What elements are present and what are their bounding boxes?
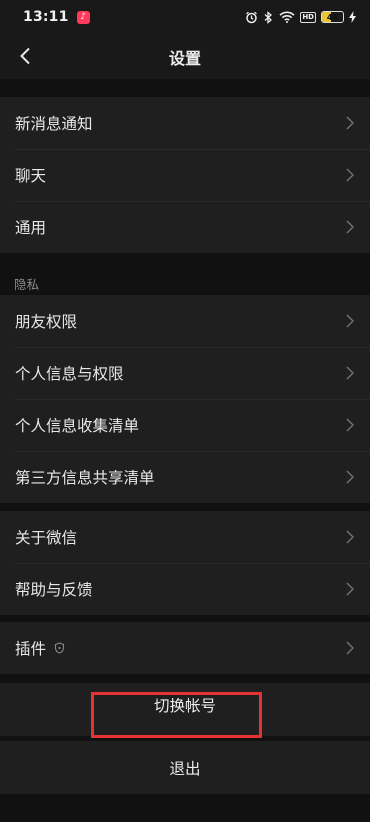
- chevron-left-icon: [20, 47, 30, 65]
- plugins-settings-group: 插件: [0, 622, 370, 674]
- bottom-strip: [0, 795, 370, 822]
- general-settings-group: 新消息通知 聊天 通用: [0, 97, 370, 253]
- settings-item-label: 帮助与反馈: [15, 581, 93, 599]
- settings-item-info-collection-list[interactable]: 个人信息收集清单: [0, 399, 370, 451]
- settings-item-chat[interactable]: 聊天: [0, 149, 370, 201]
- logout-button[interactable]: 退出: [0, 741, 370, 794]
- privacy-settings-group: 朋友权限 个人信息与权限 个人信息收集清单 第三方信息共享清单: [0, 295, 370, 503]
- settings-item-third-party-sharing-list[interactable]: 第三方信息共享清单: [0, 451, 370, 503]
- bluetooth-icon: [263, 10, 274, 24]
- status-icons: HD 44: [245, 10, 356, 24]
- settings-item-label: 第三方信息共享清单: [15, 469, 155, 487]
- back-button[interactable]: [8, 39, 42, 73]
- page-title: 设置: [168, 48, 201, 68]
- settings-item-about[interactable]: 关于微信: [0, 511, 370, 563]
- chevron-right-icon: [346, 641, 354, 655]
- settings-item-label: 插件: [15, 640, 47, 658]
- settings-item-label: 通用: [15, 219, 47, 237]
- hd-icon: HD: [300, 11, 316, 23]
- chevron-right-icon: [346, 314, 354, 328]
- alarm-icon: [245, 11, 258, 24]
- chevron-right-icon: [346, 470, 354, 484]
- settings-item-label: 关于微信: [15, 529, 78, 547]
- settings-item-label: 个人信息与权限: [15, 365, 124, 383]
- shield-icon: [54, 642, 65, 654]
- chevron-right-icon: [346, 366, 354, 380]
- settings-item-label: 新消息通知: [15, 115, 93, 133]
- settings-item-general[interactable]: 通用: [0, 201, 370, 253]
- wifi-icon: [279, 11, 295, 23]
- switch-account-button[interactable]: 切换帐号: [0, 683, 370, 736]
- switch-account-label: 切换帐号: [153, 696, 216, 715]
- chevron-right-icon: [346, 220, 354, 234]
- status-bar: 13:11 ♪ HD 44: [0, 0, 370, 34]
- chevron-right-icon: [346, 168, 354, 182]
- settings-item-label: 聊天: [15, 167, 47, 185]
- logout-label: 退出: [169, 759, 201, 778]
- settings-item-notifications[interactable]: 新消息通知: [0, 97, 370, 149]
- charging-icon: [349, 11, 356, 23]
- settings-item-friend-permissions[interactable]: 朋友权限: [0, 295, 370, 347]
- music-app-icon: ♪: [76, 10, 90, 24]
- chevron-right-icon: [346, 530, 354, 544]
- chevron-right-icon: [346, 582, 354, 596]
- settings-item-label: 朋友权限: [15, 313, 78, 331]
- chevron-right-icon: [346, 418, 354, 432]
- battery-level: 44: [326, 12, 339, 22]
- battery-icon: 44: [321, 11, 344, 23]
- settings-item-plugins[interactable]: 插件: [0, 622, 370, 674]
- settings-item-help-feedback[interactable]: 帮助与反馈: [0, 563, 370, 615]
- privacy-section-label: 隐私: [14, 277, 40, 292]
- chevron-right-icon: [346, 116, 354, 130]
- status-time: 13:11: [23, 9, 69, 25]
- about-settings-group: 关于微信 帮助与反馈: [0, 511, 370, 615]
- settings-item-label: 个人信息收集清单: [15, 417, 140, 435]
- settings-item-personal-info-permissions[interactable]: 个人信息与权限: [0, 347, 370, 399]
- nav-bar: 设置: [0, 34, 370, 79]
